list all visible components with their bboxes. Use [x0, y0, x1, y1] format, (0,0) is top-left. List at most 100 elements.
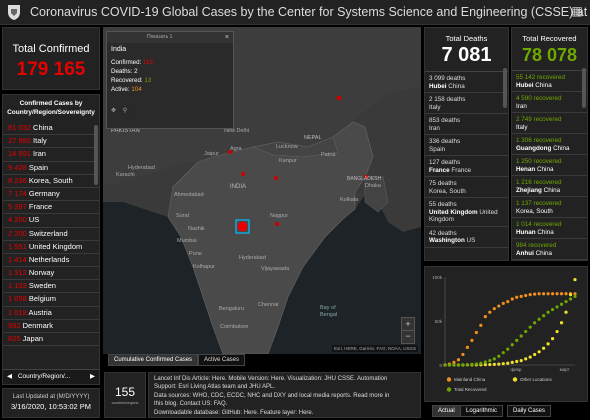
country-row[interactable]: 4 200 US — [3, 214, 99, 228]
recovered-row[interactable]: 1 014 recovered Hunan China — [512, 218, 587, 239]
deaths-row[interactable]: 3 099 deaths Hubei China — [425, 72, 508, 93]
deaths-row[interactable]: 336 deaths Spain — [425, 135, 508, 156]
map-label-patna: Patna — [321, 152, 336, 158]
chart-point-total-recovered — [564, 300, 568, 304]
chart-point-other-locations — [524, 357, 528, 361]
info-line-4: this blog. Contact US: FAQ. — [154, 401, 228, 408]
deaths-row-region: France — [451, 166, 472, 174]
country-row[interactable]: 1 312 Norway — [3, 267, 99, 281]
country-list-scrollbar[interactable] — [94, 125, 98, 185]
deaths-scrollbar[interactable] — [503, 68, 507, 108]
deaths-list: 3 099 deaths Hubei China 2 158 deaths Ital… — [425, 71, 508, 248]
deaths-row-region: Iran — [429, 124, 440, 132]
chart-point-other-locations — [559, 321, 564, 325]
deaths-row-count: 127 deaths — [429, 159, 461, 166]
chart-point-total-recovered — [465, 363, 470, 367]
country-row-name: Austria — [28, 307, 52, 317]
country-row[interactable]: 2 200 Switzerland — [3, 228, 99, 241]
deaths-row[interactable]: 2 158 deaths Italy — [425, 93, 508, 114]
recovered-row[interactable]: 1 216 recovered Zhejiang China — [512, 176, 587, 197]
country-row[interactable]: 825 Japan — [3, 333, 99, 347]
country-list-footer[interactable]: ◀ Country/Region/... ▶ — [3, 369, 99, 384]
recovered-row[interactable]: 55 142 recovered Hubei China — [512, 71, 587, 92]
recovered-row[interactable]: 1 137 recovered Korea, South — [512, 197, 587, 218]
map-label-agra: Agra — [230, 146, 242, 152]
map-label-bay: Bay of — [320, 305, 336, 311]
country-row[interactable]: 9 428 Spain — [3, 162, 99, 175]
deaths-row[interactable]: 853 deaths Iran — [425, 114, 508, 135]
country-row[interactable]: 8 236 Korea, South — [3, 175, 99, 188]
tab-active-cases[interactable]: Active Cases — [198, 354, 246, 366]
deaths-row[interactable]: 75 deaths Korea, South — [425, 177, 508, 198]
country-row-count: 1 312 — [8, 268, 27, 278]
chart-point-mainland-china — [506, 300, 510, 304]
map-label-coimbatore: Coimbatore — [220, 324, 249, 330]
chart-point-other-locations — [568, 293, 573, 297]
recovered-row[interactable]: 2 749 recovered Italy — [512, 113, 587, 134]
recovered-row-count: 2 749 recovered — [516, 116, 562, 123]
country-row-count: 1 103 — [8, 281, 27, 291]
country-list-title-line1: Confirmed Cases by — [19, 100, 83, 107]
popup-header: Показать 1 × — [107, 32, 233, 43]
chart-x-tick: февр. — [510, 367, 522, 372]
zoom-to-icon[interactable]: ⚲ — [123, 108, 127, 114]
recovered-row[interactable]: 984 recovered Anhui China — [512, 239, 587, 260]
recovered-row-place: Hubei — [516, 81, 534, 89]
recovered-row[interactable]: 1 250 recovered Henan China — [512, 155, 587, 176]
deaths-row[interactable]: 127 deaths France France — [425, 156, 508, 177]
country-row[interactable]: 81 032 China — [3, 122, 99, 136]
recovered-row-region: China — [537, 165, 554, 173]
country-row[interactable]: 932 Denmark — [3, 320, 99, 333]
country-row[interactable]: 1 414 Netherlands — [3, 254, 99, 268]
popup-recovered-value: 13 — [144, 77, 152, 84]
chart-point-total-recovered — [497, 354, 501, 358]
map-label-nepal: NEPAL — [304, 135, 322, 141]
tab-daily-cases[interactable]: Daily Cases — [507, 405, 552, 417]
country-row-name: US — [28, 215, 40, 225]
country-row[interactable]: 1 103 Sweden — [3, 280, 99, 294]
chart-point-other-locations — [542, 346, 546, 350]
deaths-row-count: 75 deaths — [429, 180, 457, 187]
country-row-count: 4 200 — [8, 215, 27, 225]
deaths-label: Total Deaths — [445, 34, 488, 43]
recovered-row[interactable]: 1 306 recovered Guangdong China — [512, 134, 587, 155]
country-row[interactable]: 1 058 Belgium — [3, 293, 99, 307]
zoom-in-button[interactable]: + — [401, 317, 415, 331]
chart-point-mainland-china — [465, 345, 470, 349]
recovered-row[interactable]: 4 590 recovered Iran — [512, 92, 587, 113]
chart-point-total-recovered — [559, 302, 564, 306]
recovered-scrollbar[interactable] — [582, 68, 586, 108]
country-row-name: Korea, South — [28, 175, 73, 185]
chart-point-total-recovered — [447, 363, 452, 367]
chart-point-other-locations — [546, 342, 550, 346]
chevron-right-icon[interactable]: ▶ — [90, 370, 95, 384]
chart-point-total-recovered — [452, 363, 456, 367]
chart-point-other-locations — [515, 359, 519, 364]
country-row[interactable]: 1 018 Austria — [3, 307, 99, 320]
country-row[interactable]: 7 174 Germany — [3, 188, 99, 202]
deaths-row[interactable]: 42 deaths Washington US — [425, 227, 508, 248]
grid-menu-icon[interactable]: ▦ — [570, 3, 584, 19]
chart-point-total-recovered — [550, 307, 555, 312]
country-row[interactable]: 5 397 France — [3, 201, 99, 215]
map-label-pune: Pune — [189, 251, 202, 257]
chevron-left-icon[interactable]: ◀ — [3, 373, 16, 380]
zoom-out-button[interactable]: − — [401, 330, 415, 344]
close-icon[interactable]: × — [225, 32, 229, 43]
country-row[interactable]: 27 980 Italy — [3, 135, 99, 149]
tab-cumulative-confirmed[interactable]: Cumulative Confirmed Cases — [108, 354, 199, 366]
tab-logarithmic[interactable]: Logarithmic — [460, 405, 504, 417]
country-row[interactable]: 14 991 Iran — [3, 148, 99, 162]
country-row[interactable]: 1 551 United Kingdom — [3, 241, 99, 254]
deaths-row-count: 42 deaths — [429, 229, 457, 237]
tab-actual[interactable]: Actual — [432, 405, 461, 417]
country-row-name: Netherlands — [28, 254, 70, 264]
country-row-name: Norway — [28, 268, 55, 278]
country-row-count: 2 200 — [8, 228, 27, 238]
info-line-2: Support: Esri Living Atlas team and JHU … — [154, 384, 276, 391]
move-icon[interactable]: ✥ — [111, 108, 116, 114]
chart-point-other-locations — [528, 355, 532, 359]
country-row-name: United Kingdom — [28, 241, 83, 251]
chart-point-mainland-china — [559, 292, 564, 296]
deaths-row[interactable]: 55 deaths United Kingdom United Kingdom — [425, 198, 508, 227]
